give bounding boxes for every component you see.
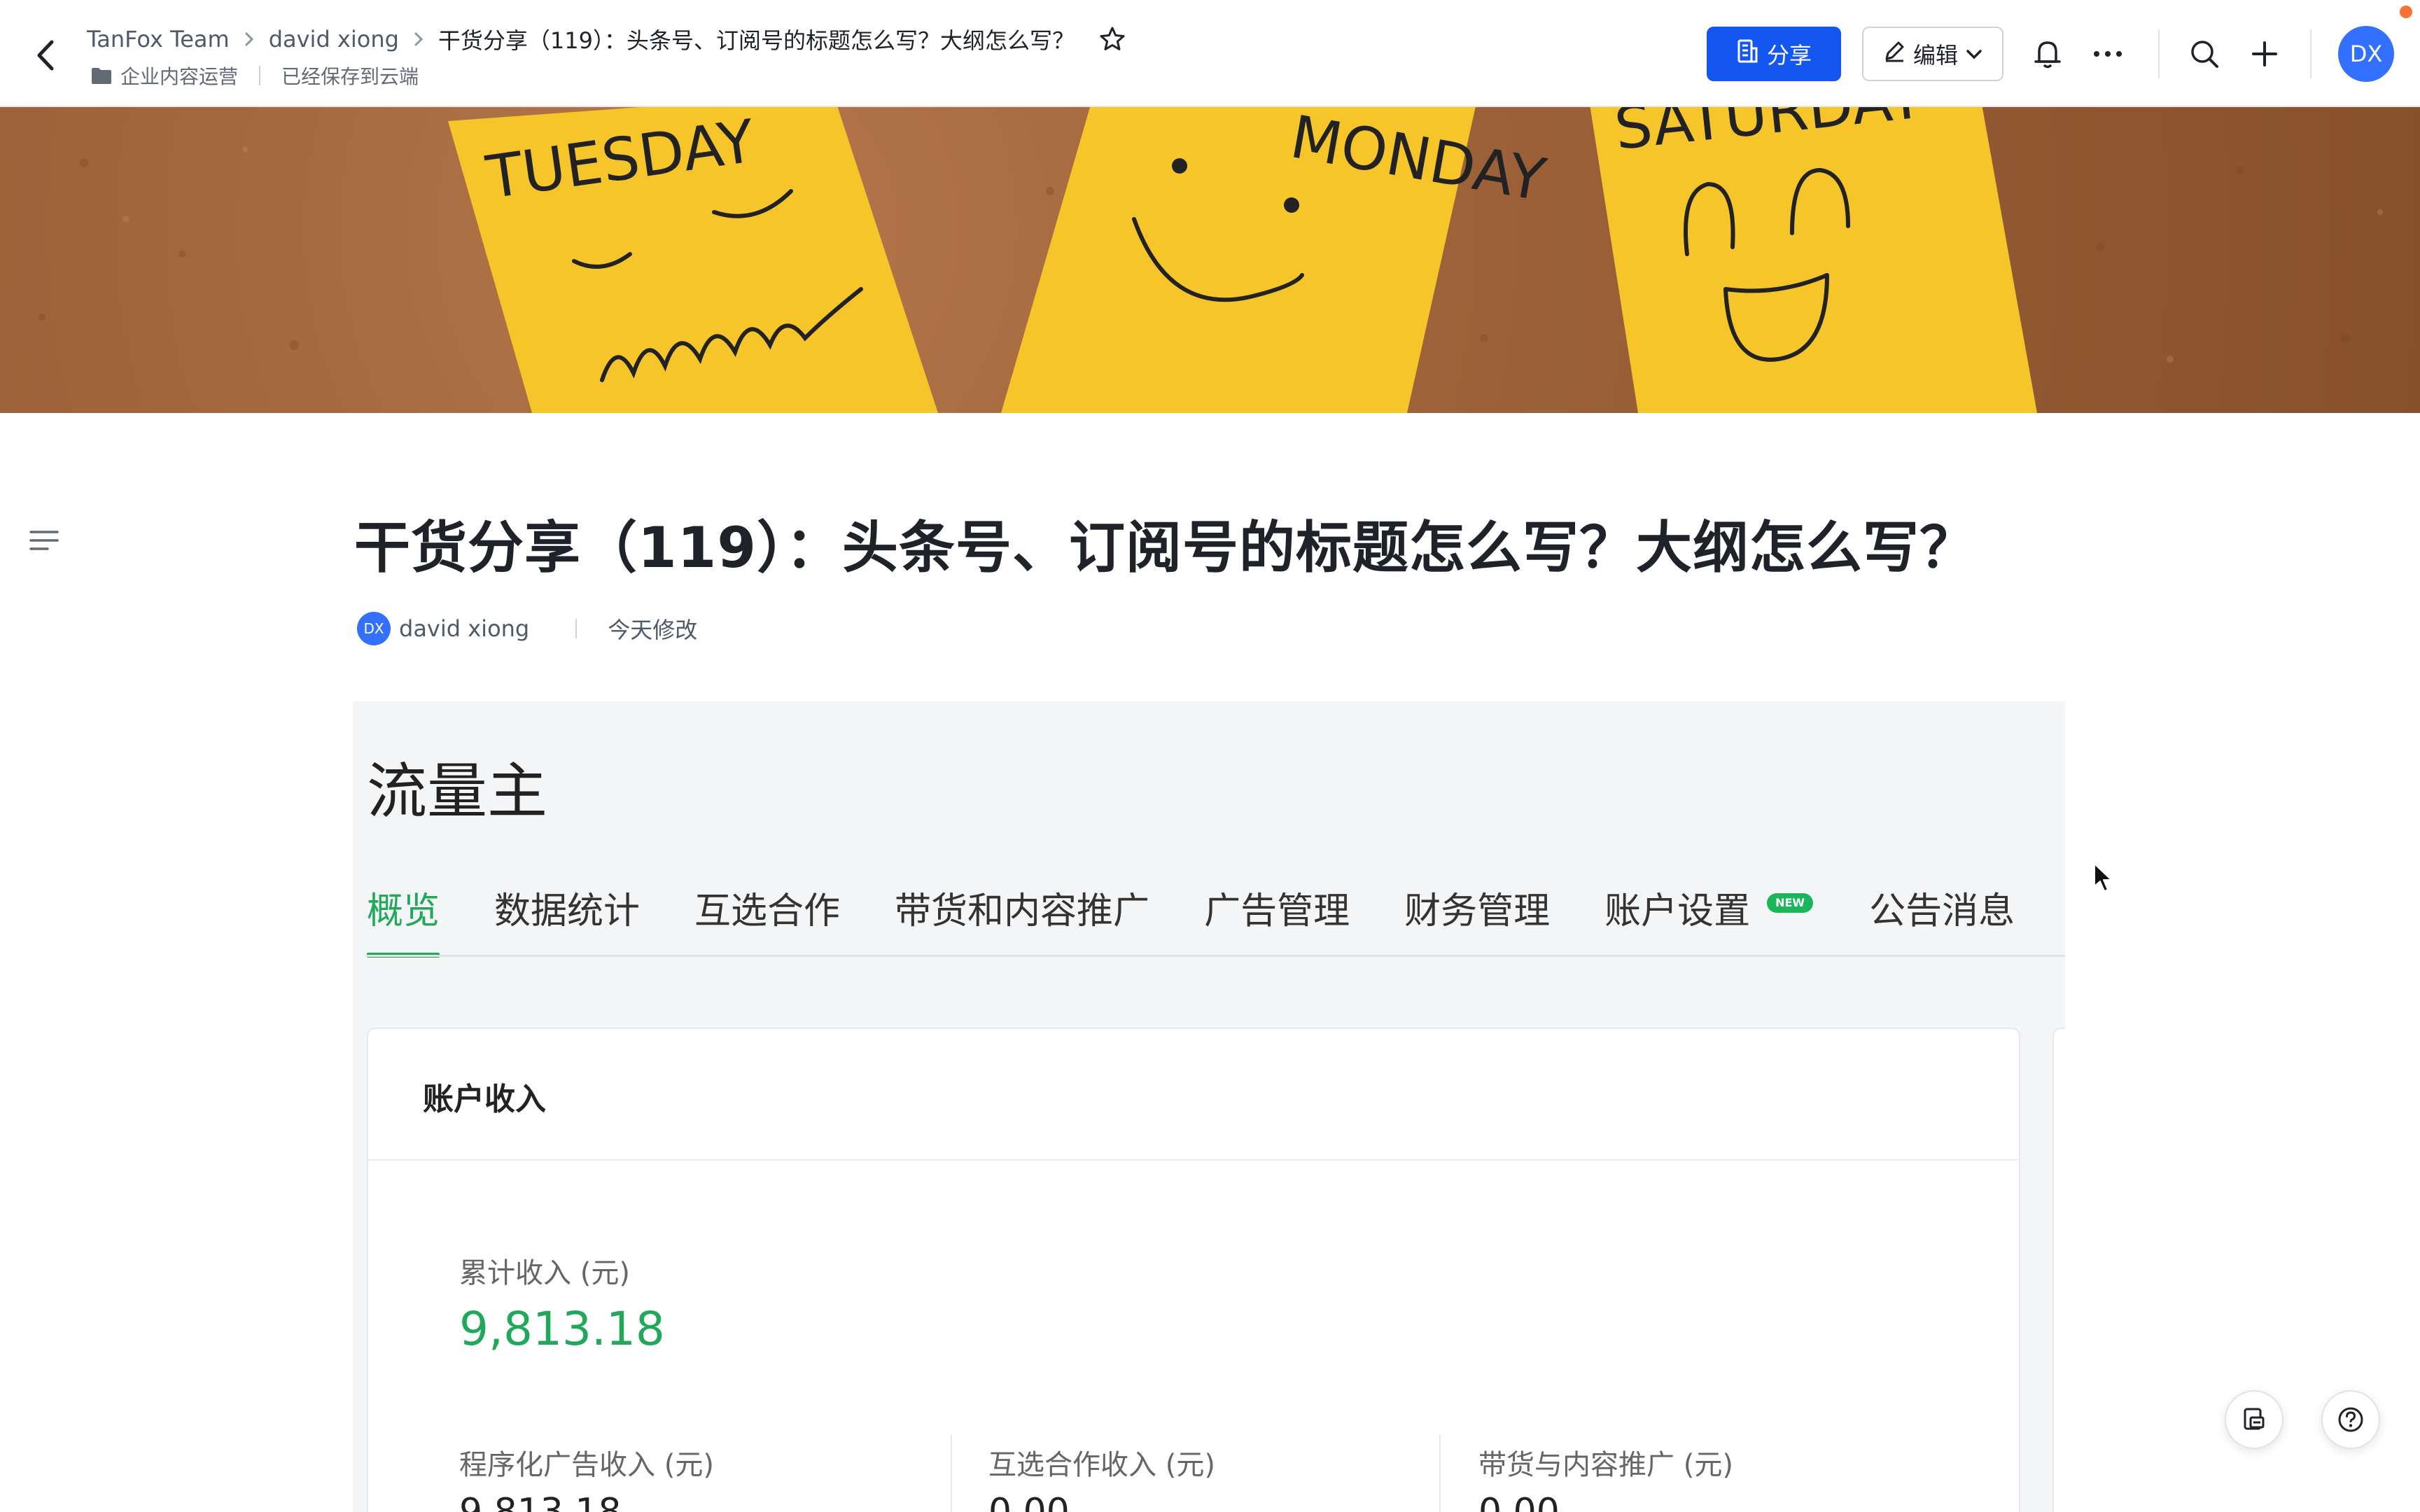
cover-banner: TUESDAY MONDAY SATURDAY <box>0 107 2420 413</box>
share-label: 分享 <box>1766 42 1812 69</box>
brand-title: 流量主 <box>367 757 547 827</box>
breadcrumb-user[interactable]: david xiong <box>269 26 399 52</box>
breadcrumb: TanFox Team david xiong 干货分享（119）：头条号、订阅… <box>87 24 1126 55</box>
edit-button[interactable]: 编辑 <box>1862 27 2003 81</box>
pencil-icon <box>1882 39 1906 69</box>
doc-meta: DX david xiong 今天修改 <box>357 610 697 647</box>
author-name[interactable]: david xiong <box>399 615 529 642</box>
user-avatar[interactable]: DX <box>2338 26 2394 82</box>
app-window: TanFox Team david xiong 干货分享（119）：头条号、订阅… <box>0 0 2420 1512</box>
total-income-label: 累计收入 (元) <box>459 1257 630 1289</box>
sticky-note-saturday: SATURDAY <box>1590 107 2037 413</box>
tab-bar: 概览 数据统计 互选合作 带货和内容推广 广告管理 财务管理 账户设置 NEW … <box>367 882 2015 958</box>
mutual-income-label: 互选合作收入 (元) <box>988 1449 1215 1481</box>
tab-account-settings[interactable]: 账户设置 NEW <box>1604 882 1814 958</box>
tab-overview[interactable]: 概览 <box>367 882 440 958</box>
tab-commerce-promotion[interactable]: 带货和内容推广 <box>895 882 1149 958</box>
help-icon[interactable] <box>2321 1390 2380 1449</box>
modified-time: 今天修改 <box>608 617 698 643</box>
save-status: 已经保存到云端 <box>281 65 419 88</box>
side-card <box>2052 1028 2065 1512</box>
page-title[interactable]: 干货分享（119）：头条号、订阅号的标题怎么写？大纲怎么写？ <box>354 503 1976 584</box>
tab-finance[interactable]: 财务管理 <box>1404 882 1550 958</box>
tab-ad-management[interactable]: 广告管理 <box>1204 882 1350 958</box>
top-bar: TanFox Team david xiong 干货分享（119）：头条号、订阅… <box>0 0 2420 107</box>
tab-underline <box>367 955 2065 957</box>
divider <box>2158 29 2160 78</box>
sticky-note-tuesday: TUESDAY <box>448 107 938 413</box>
avatar[interactable]: DX <box>357 612 391 645</box>
comment-icon[interactable] <box>2225 1390 2283 1449</box>
chevron-right-icon <box>399 24 438 55</box>
chevron-right-icon <box>230 24 269 55</box>
back-icon[interactable] <box>31 36 62 74</box>
notification-dot <box>2400 6 2412 18</box>
ad-income-value: 9,813.18 <box>459 1491 622 1512</box>
share-button[interactable]: 分享 <box>1707 27 1841 81</box>
total-income-value: 9,813.18 <box>459 1302 665 1356</box>
ad-income-label: 程序化广告收入 (元) <box>459 1449 714 1481</box>
bell-icon[interactable] <box>2030 36 2065 71</box>
edit-label: 编辑 <box>1912 42 1958 69</box>
share-doc-icon <box>1736 38 1758 69</box>
income-card: 账户收入 累计收入 (元) 9,813.18 程序化广告收入 (元) 9,813… <box>367 1028 2020 1512</box>
breadcrumb-team[interactable]: TanFox Team <box>87 26 230 52</box>
tab-data-stats[interactable]: 数据统计 <box>494 882 640 958</box>
commerce-income-label: 带货与内容推广 (元) <box>1478 1449 1733 1481</box>
mutual-income-value: 0.00 <box>988 1491 1070 1512</box>
embedded-image[interactable]: 流量主 概览 数据统计 互选合作 带货和内容推广 广告管理 财务管理 账户设置 … <box>353 701 2065 1512</box>
commerce-income-value: 0.00 <box>1478 1491 1560 1512</box>
folder-icon <box>91 66 112 85</box>
divider <box>575 619 578 638</box>
chevron-down-icon <box>1965 41 1983 67</box>
divider <box>259 66 261 85</box>
cursor-icon <box>2093 862 2114 893</box>
search-icon[interactable] <box>2187 36 2222 71</box>
tab-label: 账户设置 <box>1604 890 1751 932</box>
tab-mutual-cooperation[interactable]: 互选合作 <box>694 882 840 958</box>
star-icon[interactable] <box>1098 25 1126 53</box>
divider <box>1439 1435 1441 1512</box>
tab-announcements[interactable]: 公告消息 <box>1869 882 2015 958</box>
divider <box>951 1435 952 1512</box>
breadcrumb-current: 干货分享（119）：头条号、订阅号的标题怎么写？大纲怎么写？ <box>438 27 1075 54</box>
card-title: 账户收入 <box>423 1082 546 1117</box>
plus-icon[interactable] <box>2247 36 2282 71</box>
divider <box>2310 29 2311 78</box>
folder-name[interactable]: 企业内容运营 <box>120 62 238 90</box>
more-icon[interactable] <box>2090 36 2125 71</box>
outline-icon[interactable] <box>28 526 60 554</box>
sticky-note-monday: MONDAY <box>1001 107 1551 413</box>
divider <box>368 1159 2019 1161</box>
new-badge: NEW <box>1767 893 1814 913</box>
doc-location: 企业内容运营 已经保存到云端 <box>91 62 419 90</box>
